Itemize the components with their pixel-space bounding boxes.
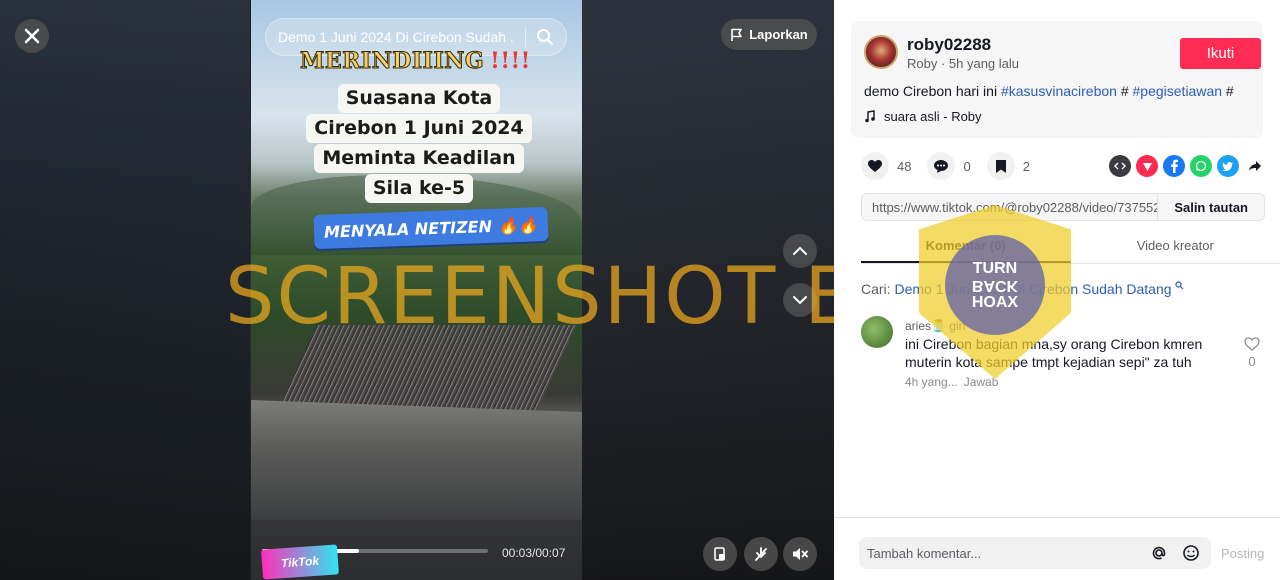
video-search-text: Demo 1 Juni 2024 Di Cirebon Sudah ... [278,29,515,45]
fire-emoji: 🔥🔥 [497,214,539,236]
emoji-icon[interactable] [1179,541,1203,565]
tab-creator-videos[interactable]: Video kreator [1071,228,1280,263]
music-note-icon [865,110,875,123]
related-search-query[interactable]: Demo 1 Juni 2024 Di Cirebon Sudah Datang [894,281,1171,297]
previous-video-button[interactable] [783,234,817,268]
video-time: 00:03/00:07 [502,546,566,560]
overlay-banner-text: MENYALA NETIZEN [323,216,493,242]
save-count: 2 [1022,158,1030,174]
reply-link[interactable]: Jawab [964,375,999,389]
related-search[interactable]: Cari: Demo 1 Juni 2024 Di Cirebon Sudah … [861,281,1184,297]
post-description: demo Cirebon hari ini #kasusvinacirebon … [864,83,1234,99]
description-text: # [1116,83,1133,99]
comment-composer: Tambah komentar... Posting [834,517,1280,580]
search-divider [525,27,526,47]
like-count: 48 [897,158,912,174]
comment-icon [934,159,949,173]
next-video-button[interactable] [783,283,817,317]
comment-like[interactable]: 0 [1244,337,1260,369]
overlay-exclamation: !!!! [490,48,531,74]
overlay-heading-text: MERINDIIING [299,48,485,75]
autoscroll-icon [755,547,767,561]
search-icon [1175,281,1184,290]
description-text: # [1222,83,1234,99]
embed-icon[interactable] [1109,155,1131,177]
comment-count: 0 [963,158,971,174]
comment-input-placeholder: Tambah komentar... [867,545,982,561]
description-text: demo Cirebon hari ini [864,83,1001,99]
tiktok-logo-sticker: TikTok [261,544,339,580]
music-label: suara asli - Roby [884,109,982,124]
tab-comments[interactable]: Komentar (0) [861,228,1071,263]
post-comment-button[interactable]: Posting [1221,546,1264,561]
comment-time: 4h yang... [905,375,958,389]
comment-text: ini Cirebon bagian mna,sy orang Cirebon … [905,336,1203,370]
related-search-prefix: Cari: [861,281,895,297]
action-bar: 48 0 2 [861,152,1046,180]
like-action[interactable]: 48 [861,152,911,180]
heart-icon [868,160,882,172]
report-label: Laporkan [749,27,808,42]
commenter-name[interactable]: aries🫙 girl [905,319,965,333]
twitter-icon[interactable] [1217,155,1239,177]
overlay-caption-line: Meminta Keadilan [314,144,524,173]
hashtag-link[interactable]: #pegisetiawan [1133,83,1223,99]
volume-muted-icon [793,548,808,560]
pip-button[interactable] [703,537,737,571]
picture-in-picture-icon [714,547,725,561]
overlay-caption: Suasana Kota Cirebon 1 Juni 2024 Meminta… [306,84,532,204]
details-panel: roby02288 Roby · 5h yang lalu Ikuti demo… [834,0,1280,580]
comment-like-count: 0 [1248,354,1256,369]
heart-outline-icon [1244,337,1260,351]
overlay-caption-line: Cirebon 1 Juni 2024 [306,114,532,143]
chevron-up-icon [793,246,807,255]
post-info-card: roby02288 Roby · 5h yang lalu Ikuti demo… [851,21,1263,138]
hashtag-link[interactable]: #kasusvinacirebon [1001,83,1117,99]
whatsapp-icon[interactable] [1190,155,1212,177]
share-url[interactable]: https://www.tiktok.com/@roby02288/video/… [862,200,1157,215]
copy-link-button[interactable]: Salin tautan [1157,194,1264,220]
logo-text: TikTok [280,553,320,571]
send-to-friends-icon[interactable] [1136,155,1158,177]
comment-action[interactable]: 0 [927,152,971,180]
close-button[interactable] [15,19,49,53]
search-icon[interactable] [536,28,554,46]
flag-icon [731,28,743,41]
share-link-box: https://www.tiktok.com/@roby02288/video/… [861,193,1265,221]
close-icon [24,28,40,44]
mention-icon[interactable] [1147,541,1171,565]
commenter-avatar[interactable] [861,316,893,348]
share-icons [1109,155,1266,177]
panel-tabs: Komentar (0) Video kreator [861,228,1280,264]
autoscroll-button[interactable] [744,537,778,571]
chevron-down-icon [793,296,807,305]
mute-button[interactable] [783,537,817,571]
username[interactable]: roby02288 [907,35,991,55]
save-action[interactable]: 2 [986,152,1030,180]
video-wall [251,400,582,520]
video-stage: Demo 1 Juni 2024 Di Cirebon Sudah ... La… [0,0,834,580]
avatar[interactable] [864,35,898,69]
background-blur-left [0,0,250,580]
user-subline: Roby · 5h yang lalu [907,56,1020,71]
comment-input[interactable]: Tambah komentar... [859,537,1211,569]
overlay-caption-line: Sila ke-5 [364,174,474,203]
overlay-caption-line: Suasana Kota [337,84,501,113]
overlay-heading: MERINDIIING!!!! [299,48,531,75]
facebook-icon[interactable] [1163,155,1185,177]
report-button[interactable]: Laporkan [721,19,817,50]
follow-button[interactable]: Ikuti [1180,38,1261,69]
share-arrow-icon[interactable] [1244,155,1266,177]
comment-meta: 4h yang... Jawab [905,375,998,389]
bookmark-icon [995,159,1006,173]
music-link[interactable]: suara asli - Roby [864,109,982,124]
